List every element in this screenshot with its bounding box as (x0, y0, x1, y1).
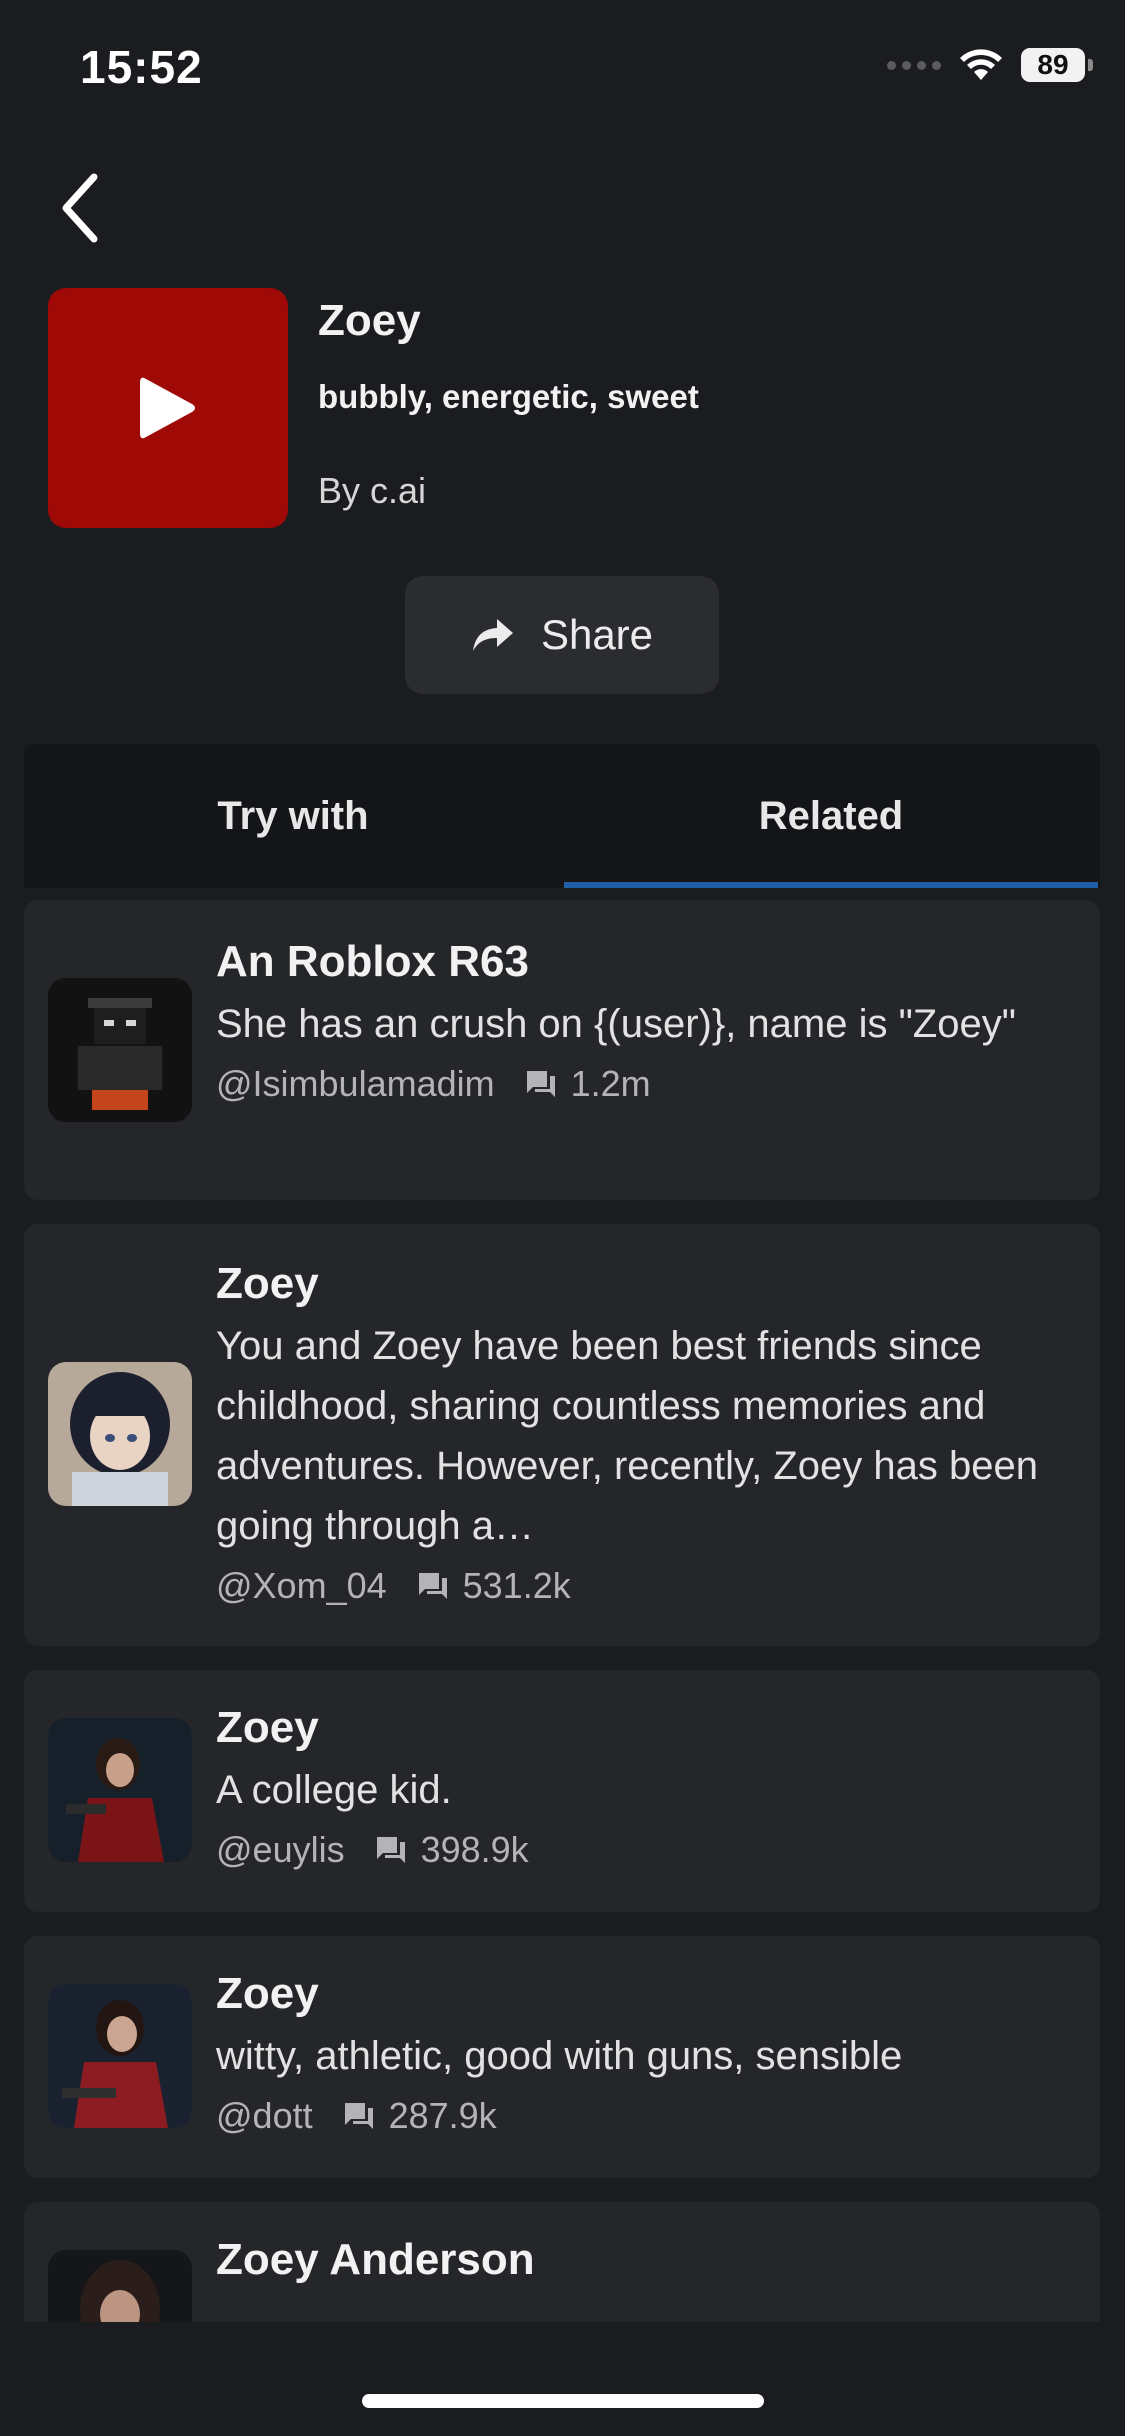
chat-count: 287.9k (388, 2095, 497, 2136)
chat-bubble-icon (343, 2101, 375, 2131)
card-author: @Isimbulamadim (216, 1063, 495, 1104)
card-description: She has an crush on {(user)}, name is "Z… (216, 1002, 1016, 1046)
card-meta: @dott 287.9k (216, 2090, 1070, 2142)
chat-count: 398.9k (420, 1829, 529, 1870)
card-title: Zoey Anderson (216, 2235, 535, 2284)
status-bar: 15:52 89 (0, 0, 1125, 140)
share-arrow-icon (472, 619, 513, 651)
tab-bar: Try with Related (24, 744, 1100, 888)
home-indicator[interactable] (362, 2394, 764, 2408)
chat-bubble-icon (525, 1069, 557, 1099)
tab-try-with[interactable]: Try with (24, 744, 562, 888)
chat-count: 1.2m (570, 1063, 651, 1104)
tab-related[interactable]: Related (562, 744, 1100, 888)
share-label: Share (540, 611, 654, 658)
card-title: Zoey (216, 1259, 319, 1308)
card-description: A college kid. (216, 1768, 452, 1812)
share-button[interactable]: Share (405, 576, 719, 694)
card-title: Zoey (216, 1969, 319, 2018)
avatar (48, 978, 192, 1122)
back-button[interactable] (48, 168, 112, 248)
avatar (48, 1362, 192, 1506)
chat-count: 531.2k (462, 1565, 571, 1606)
avatar (48, 2250, 192, 2322)
avatar (48, 1718, 192, 1862)
card-title: Zoey (216, 1703, 319, 1752)
list-item[interactable]: Zoey Anderson (24, 2202, 1100, 2322)
status-indicators: 89 (887, 48, 1093, 82)
card-meta: @euylis 398.9k (216, 1824, 1070, 1876)
card-description: witty, athletic, good with guns, sensibl… (216, 2034, 903, 2078)
status-time: 15:52 (80, 41, 203, 93)
battery-icon: 89 (1021, 48, 1093, 82)
character-name: Zoey (318, 296, 421, 345)
card-title: An Roblox R63 (216, 937, 529, 986)
list-item[interactable]: An Roblox R63 She has an crush on {(user… (24, 900, 1100, 1200)
play-icon (140, 377, 195, 439)
character-author[interactable]: By c.ai (318, 470, 426, 512)
character-header: Zoey bubbly, energetic, sweet By c.ai (48, 288, 1078, 528)
card-author: @euylis (216, 1829, 345, 1870)
chat-bubble-icon (375, 1835, 407, 1865)
avatar (48, 1984, 192, 2128)
cellular-signal-icon (887, 60, 941, 70)
card-meta: @Isimbulamadim 1.2m (216, 1058, 1070, 1110)
related-list: An Roblox R63 She has an crush on {(user… (24, 900, 1100, 2322)
character-tagline: bubbly, energetic, sweet (318, 378, 699, 415)
list-item[interactable]: Zoey You and Zoey have been best friends… (24, 1224, 1100, 1646)
card-meta: @Xom_04 531.2k (216, 1560, 1070, 1612)
chat-bubble-icon (417, 1571, 449, 1601)
card-author: @dott (216, 2095, 313, 2136)
card-description: You and Zoey have been best friends sinc… (216, 1324, 1038, 1548)
list-item[interactable]: Zoey A college kid. @euylis 398.9k (24, 1670, 1100, 1912)
wifi-icon (960, 49, 1002, 80)
chevron-left-icon (62, 173, 98, 243)
list-item[interactable]: Zoey witty, athletic, good with guns, se… (24, 1936, 1100, 2178)
character-thumbnail (48, 288, 288, 528)
card-author: @Xom_04 (216, 1565, 387, 1606)
